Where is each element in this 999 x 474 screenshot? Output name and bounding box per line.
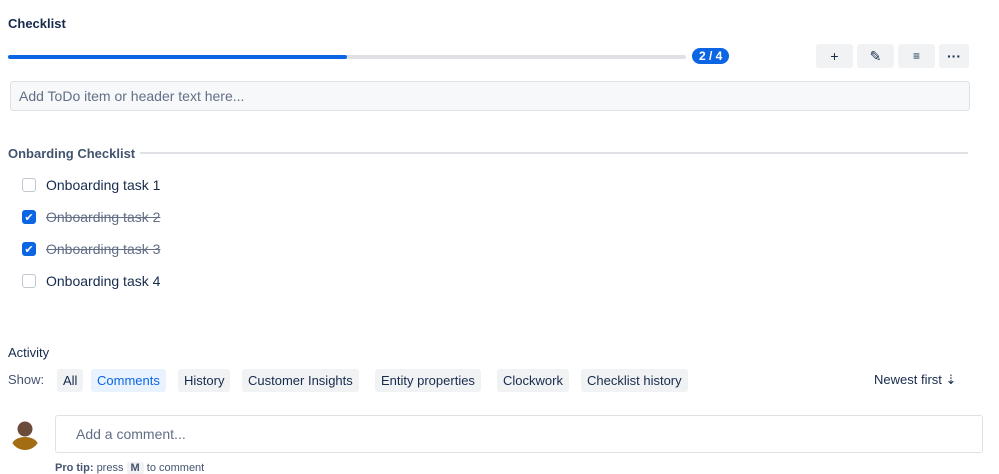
item-label[interactable]: Onboarding task 2 [46, 209, 160, 225]
checklist-item: Onboarding task 4 [22, 273, 160, 289]
filter-chip[interactable]: Customer Insights [242, 369, 359, 392]
checkbox[interactable]: ✔ [22, 242, 36, 256]
item-label[interactable]: Onboarding task 3 [46, 241, 160, 257]
avatar [10, 420, 40, 450]
edit-button[interactable]: ✎ [857, 44, 894, 68]
more-button[interactable]: ··· [939, 44, 969, 68]
more-icon: ··· [947, 48, 961, 64]
checkbox[interactable] [22, 178, 36, 192]
progress-badge: 2 / 4 [692, 48, 730, 64]
checklist-item: ✔ Onboarding task 2 [22, 209, 160, 225]
sort-button[interactable]: Newest first ⇣ [874, 372, 956, 388]
checklist-item: ✔ Onboarding task 3 [22, 241, 160, 257]
sort-label: Newest first [874, 372, 942, 387]
checkbox[interactable]: ✔ [22, 210, 36, 224]
tip-prefix: Pro tip: [55, 462, 94, 474]
filter-button[interactable]: ≡ [898, 44, 935, 68]
comment-input[interactable]: Add a comment... [55, 415, 983, 453]
filter-icon: ≡ [912, 49, 920, 63]
checklist-title: Checklist [8, 16, 66, 31]
tip-press: press [96, 462, 124, 474]
filter-chip[interactable]: Checklist history [581, 369, 688, 392]
progress-bar [8, 55, 686, 59]
filter-chip[interactable]: History [178, 369, 231, 392]
pro-tip: Pro tip: press M to comment [55, 462, 204, 474]
filter-chip[interactable]: Clockwork [497, 369, 569, 392]
tip-key: M [126, 462, 144, 474]
section-header: Onbarding Checklist [8, 146, 136, 161]
filter-chip[interactable]: All [57, 369, 84, 392]
filter-chip[interactable]: Comments [91, 369, 166, 392]
activity-title: Activity [8, 345, 50, 360]
progress-fill [8, 55, 347, 59]
item-label[interactable]: Onboarding task 4 [46, 273, 160, 289]
add-todo-input[interactable]: Add ToDo item or header text here... [10, 81, 970, 111]
tip-suffix: to comment [146, 462, 205, 474]
show-label: Show: [8, 372, 45, 387]
filter-chip[interactable]: Entity properties [375, 369, 481, 392]
item-label[interactable]: Onboarding task 1 [46, 177, 160, 193]
sort-icon: ⇣ [945, 372, 957, 387]
checkbox[interactable] [22, 274, 36, 288]
add-button[interactable]: + [816, 44, 853, 68]
plus-icon: + [830, 48, 839, 64]
checklist-item: Onboarding task 1 [22, 177, 160, 193]
pencil-icon: ✎ [869, 47, 882, 64]
section-divider [140, 152, 968, 154]
